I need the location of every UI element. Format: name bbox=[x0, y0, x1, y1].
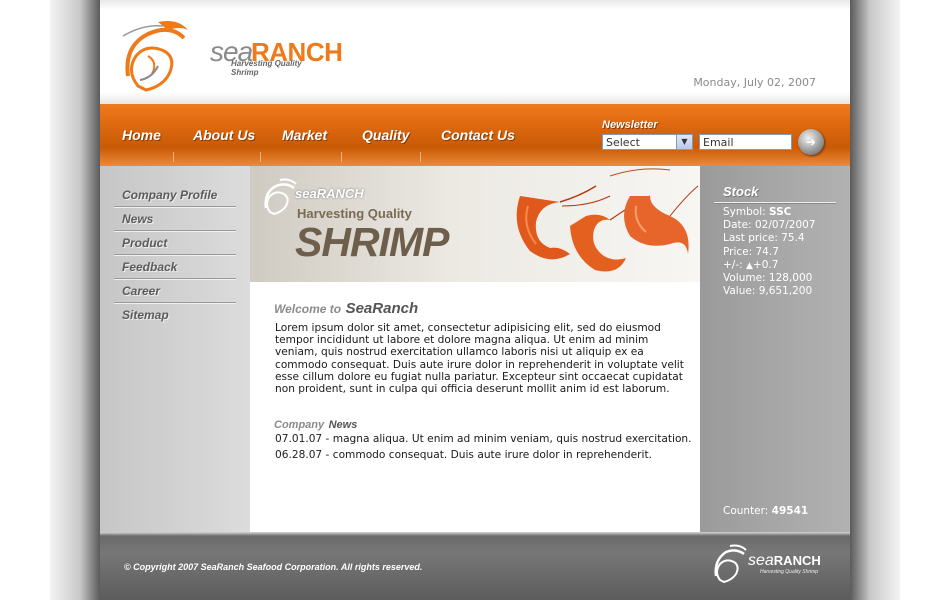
page: sea RANCH Harvesting Quality Shrimp Mond… bbox=[100, 0, 850, 600]
visitor-counter: Counter: 49541 bbox=[723, 505, 808, 517]
nav-divider bbox=[260, 152, 261, 162]
news-item[interactable]: 07.01.07 - magna aliqua. Ut enim ad mini… bbox=[275, 433, 692, 445]
news-heading: Company News bbox=[274, 415, 357, 433]
footer-logo-text: seaRANCH bbox=[748, 552, 821, 570]
news-text: - commodo consequat. Duis aute irure dol… bbox=[322, 449, 652, 461]
shrimp-logo-icon bbox=[714, 544, 747, 584]
welcome-text: Lorem ipsum dolor sit amet, consectetur … bbox=[275, 322, 684, 396]
news-text: - magna aliqua. Ut enim ad minim veniam,… bbox=[322, 433, 692, 445]
page-shadow-left bbox=[50, 0, 100, 600]
header: sea RANCH Harvesting Quality Shrimp Mond… bbox=[100, 0, 850, 104]
stock-panel: Stock Symbol: SSC Date: 02/07/2007 Last … bbox=[700, 166, 850, 532]
welcome-heading-prefix: Welcome to bbox=[274, 302, 342, 316]
sidebar-item-product[interactable]: Product bbox=[114, 231, 236, 255]
sidebar-item-label: News bbox=[122, 212, 154, 226]
sidebar-item-company-profile[interactable]: Company Profile bbox=[114, 183, 236, 207]
arrow-right-icon: ➜ bbox=[806, 135, 817, 149]
stock-last-price: Last price: 75.4 bbox=[723, 232, 805, 244]
nav-market[interactable]: Market bbox=[282, 127, 327, 143]
news-item[interactable]: 06.28.07 - commodo consequat. Duis aute … bbox=[275, 449, 652, 461]
stock-change-value: +0.7 bbox=[752, 259, 779, 271]
newsletter-select[interactable]: Select ▼ bbox=[602, 134, 693, 150]
sidebar-item-news[interactable]: News bbox=[114, 207, 236, 231]
main-content: Welcome to SeaRanch Lorem ipsum dolor si… bbox=[250, 282, 700, 532]
nav-quality[interactable]: Quality bbox=[362, 127, 409, 143]
nav-about-us[interactable]: About Us bbox=[193, 127, 255, 143]
page-margin-left bbox=[0, 0, 50, 600]
news-date: 07.01.07 bbox=[275, 433, 323, 445]
sidebar-item-label: Feedback bbox=[122, 260, 178, 274]
shrimp-logo-icon bbox=[264, 178, 297, 216]
stock-divider bbox=[714, 202, 836, 203]
welcome-heading: Welcome to SeaRanch bbox=[274, 300, 418, 318]
logo[interactable]: sea RANCH Harvesting Quality Shrimp bbox=[118, 16, 343, 98]
footer-logo-ranch: RANCH bbox=[773, 553, 821, 568]
stock-symbol-value: SSC bbox=[769, 206, 792, 218]
stock-change-label: +/-: bbox=[723, 259, 746, 271]
logo-tagline: Harvesting Quality Shrimp bbox=[231, 59, 302, 77]
sidebar-item-feedback[interactable]: Feedback bbox=[114, 255, 236, 279]
page-shadow-right bbox=[850, 0, 900, 600]
current-date: Monday, July 02, 2007 bbox=[693, 76, 816, 89]
counter-value: 49541 bbox=[771, 505, 809, 517]
chevron-down-icon[interactable]: ▼ bbox=[676, 135, 692, 149]
sidebar-item-career[interactable]: Career bbox=[114, 279, 236, 303]
nav-divider bbox=[341, 152, 342, 162]
sidebar: Company Profile News Product Feedback Ca… bbox=[100, 166, 250, 532]
news-heading-word: News bbox=[328, 419, 358, 431]
sidebar-item-sitemap[interactable]: Sitemap bbox=[114, 303, 236, 326]
welcome-heading-brand: SeaRanch bbox=[345, 300, 419, 317]
footer-logo-sea: sea bbox=[748, 552, 774, 569]
arrow-up-icon: ▲ bbox=[746, 261, 753, 271]
nav-divider bbox=[420, 152, 421, 162]
page-margin-right bbox=[900, 0, 950, 600]
stock-heading: Stock bbox=[723, 184, 759, 199]
footer: © Copyright 2007 SeaRanch Seafood Corpor… bbox=[100, 532, 850, 600]
nav-bar: Home About Us Market Quality Contact Us … bbox=[100, 104, 850, 166]
nav-home[interactable]: Home bbox=[122, 127, 161, 143]
email-field[interactable]: Email bbox=[699, 134, 792, 150]
newsletter-select-value: Select bbox=[606, 136, 640, 149]
stock-price: Price: 74.7 bbox=[723, 246, 779, 258]
banner-logo-text: seaRANCH bbox=[295, 186, 364, 201]
nav-contact-us[interactable]: Contact Us bbox=[441, 127, 515, 143]
footer-logo-tagline: Harvesting Quality Shrimp bbox=[760, 569, 819, 575]
news-heading-prefix: Company bbox=[274, 419, 325, 431]
stock-date: Date: 02/07/2007 bbox=[723, 219, 816, 231]
hero-banner: seaRANCH Harvesting Quality SHRIMP bbox=[250, 166, 700, 282]
counter-label: Counter: bbox=[723, 505, 772, 517]
nav-divider bbox=[173, 152, 174, 162]
shrimp-logo-icon bbox=[122, 21, 188, 92]
sidebar-item-label: Career bbox=[122, 284, 161, 298]
sidebar-item-label: Sitemap bbox=[122, 308, 169, 322]
stock-volume: Volume: 128,000 bbox=[723, 272, 813, 284]
shrimp-photo bbox=[516, 168, 699, 272]
stock-symbol-label: Symbol: bbox=[723, 206, 769, 218]
stock-symbol: Symbol: SSC bbox=[723, 206, 791, 218]
newsletter-label: Newsletter bbox=[602, 119, 658, 131]
stock-change: +/-: ▲+0.7 bbox=[723, 259, 778, 271]
newsletter-submit-button[interactable]: ➜ bbox=[798, 129, 824, 155]
news-date: 06.28.07 bbox=[275, 449, 323, 461]
banner-headline: SHRIMP bbox=[295, 219, 449, 265]
stock-value: Value: 9,651,200 bbox=[723, 285, 813, 297]
sidebar-item-label: Company Profile bbox=[122, 188, 218, 202]
sidebar-item-label: Product bbox=[122, 236, 168, 250]
copyright-text: © Copyright 2007 SeaRanch Seafood Corpor… bbox=[124, 562, 423, 572]
